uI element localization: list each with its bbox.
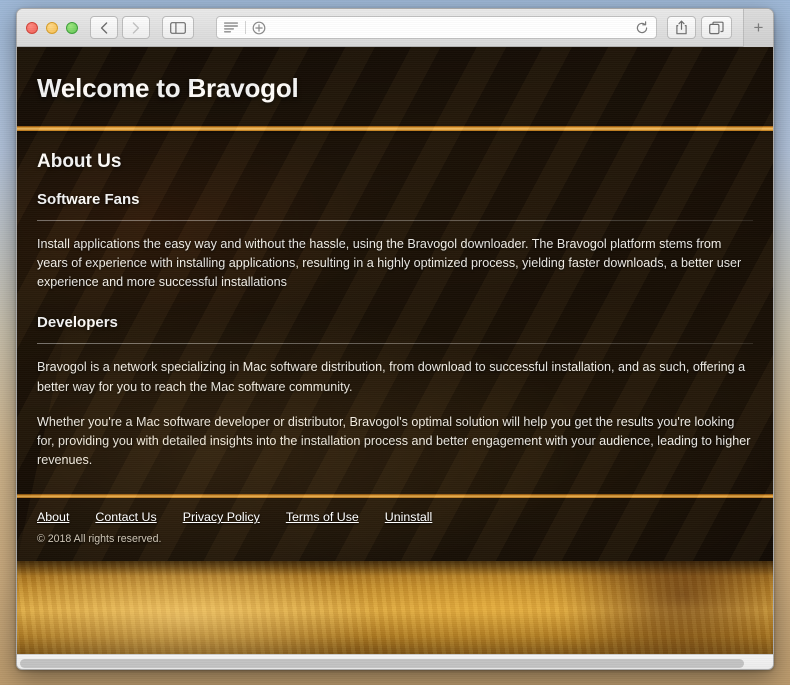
reader-view-icon[interactable] (224, 22, 239, 33)
back-button[interactable] (90, 16, 118, 39)
footer-links: About Contact Us Privacy Policy Terms of… (37, 510, 753, 524)
page-title: Welcome to Bravogol (37, 73, 299, 103)
show-tabs-icon (709, 21, 724, 34)
forward-button[interactable] (122, 16, 150, 39)
share-icon (676, 20, 687, 35)
show-tabs-button[interactable] (701, 16, 732, 39)
navigation-buttons (90, 16, 150, 39)
footer-link-contact-us[interactable]: Contact Us (95, 510, 156, 524)
safari-window: + Welcome to Bravogol About Us Software … (16, 8, 774, 670)
desktop-background: + Welcome to Bravogol About Us Software … (0, 0, 790, 685)
sidebar-toggle-icon (170, 21, 186, 34)
copyright-text: © 2018 All rights reserved. (37, 533, 162, 546)
page-content: Welcome to Bravogol About Us Software Fa… (17, 47, 773, 562)
new-tab-button[interactable]: + (743, 9, 773, 47)
reload-icon (636, 20, 648, 33)
developers-paragraph-1: Bravogol is a network specializing in Ma… (37, 360, 746, 394)
address-bar-leading-icons (224, 21, 266, 35)
address-bar[interactable] (216, 16, 657, 39)
developers-paragraph-2: Whether you're a Mac software developer … (37, 414, 751, 467)
share-button[interactable] (667, 16, 696, 39)
reload-button[interactable] (635, 20, 649, 35)
footer-link-privacy-policy[interactable]: Privacy Policy (183, 510, 260, 524)
address-bar-divider (245, 21, 246, 34)
software-fans-paragraph: Install applications the easy way and wi… (37, 237, 742, 290)
about-us-heading: About Us (37, 151, 122, 172)
developers-section: Developers Bravogol is a network special… (37, 314, 753, 470)
horizontal-scrollbar-thumb[interactable] (20, 658, 744, 668)
developers-heading: Developers (37, 314, 118, 332)
footer-link-uninstall[interactable]: Uninstall (385, 510, 433, 524)
page-viewport: Welcome to Bravogol About Us Software Fa… (17, 47, 773, 654)
footer-link-terms-of-use[interactable]: Terms of Use (286, 510, 359, 524)
software-fans-heading: Software Fans (37, 191, 140, 208)
close-window-button[interactable] (26, 21, 38, 34)
page-footer: About Contact Us Privacy Policy Terms of… (17, 498, 773, 561)
browser-toolbar: + (17, 9, 773, 47)
sidebar-toggle-button[interactable] (162, 16, 194, 39)
window-controls (26, 21, 78, 34)
footer-link-about[interactable]: About (37, 510, 69, 524)
zoom-in-icon[interactable] (252, 21, 266, 35)
article-content: About Us Software Fans Install applicati… (17, 131, 773, 470)
zoom-window-button[interactable] (66, 21, 78, 34)
chevron-right-icon (132, 21, 140, 34)
toolbar-right-buttons: + (667, 9, 773, 47)
chevron-left-icon (100, 21, 108, 34)
footer-texture-band (17, 561, 773, 654)
hero-section: Welcome to Bravogol (17, 47, 773, 126)
software-fans-rule (37, 220, 753, 221)
minimize-window-button[interactable] (46, 21, 58, 34)
developers-rule (37, 343, 753, 345)
horizontal-scrollbar[interactable] (17, 654, 773, 669)
